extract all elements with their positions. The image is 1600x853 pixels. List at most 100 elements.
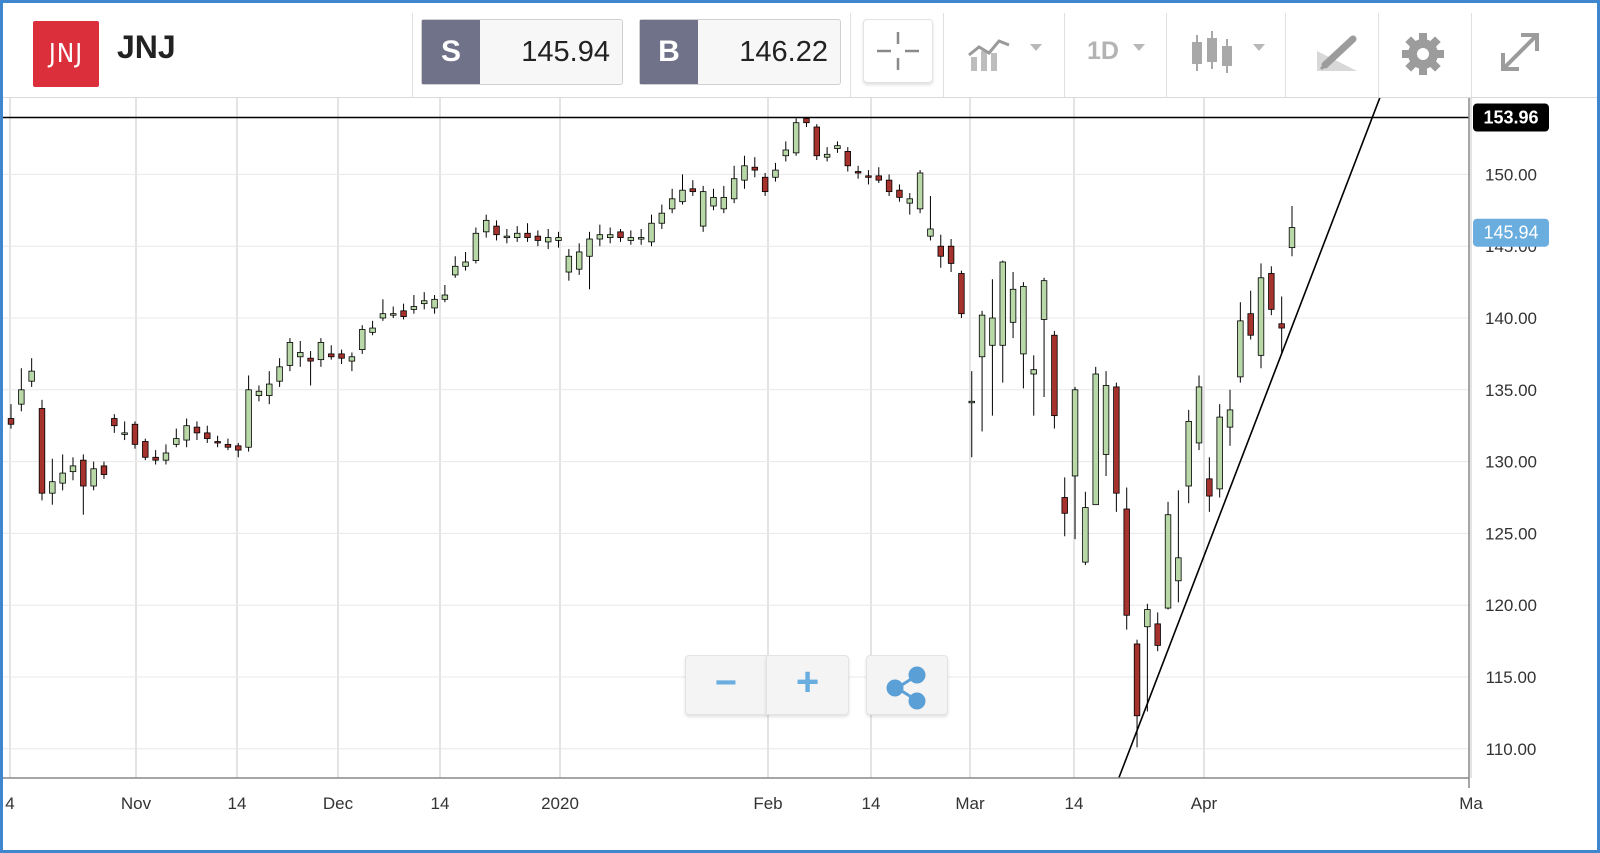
expand-icon: [1501, 33, 1539, 71]
candle: [1216, 404, 1223, 498]
chart-type-button[interactable]: [963, 13, 1053, 83]
candle-body: [338, 353, 345, 359]
candle-body: [452, 265, 459, 276]
candle-body: [59, 472, 66, 484]
candle-body: [328, 353, 335, 358]
zoom-in-button[interactable]: +: [766, 655, 849, 715]
candle: [575, 243, 583, 275]
candle: [441, 284, 449, 303]
toolbar-divider: [943, 13, 944, 97]
candle-body: [1020, 286, 1027, 355]
candle: [297, 340, 304, 367]
candle: [204, 425, 211, 443]
candle-body: [400, 310, 407, 317]
candle: [792, 118, 800, 156]
y-tick-label: 140.00: [1485, 309, 1537, 328]
candle: [761, 172, 769, 196]
candle: [317, 338, 325, 367]
candle-body: [710, 196, 717, 207]
candle: [69, 457, 77, 481]
candle: [390, 306, 397, 318]
candle-body: [699, 191, 707, 227]
candle-body: [689, 188, 697, 193]
candle-body: [431, 298, 438, 309]
candle: [906, 193, 913, 215]
current-price-label: 145.94: [1473, 218, 1549, 247]
candle-body: [1071, 389, 1079, 477]
zoom-out-button[interactable]: −: [685, 655, 767, 715]
candle: [1164, 501, 1172, 610]
candle: [359, 325, 366, 354]
candle: [193, 421, 201, 441]
candle-body: [741, 165, 748, 181]
x-tick-label: 14: [228, 794, 247, 813]
draw-tools-button[interactable]: [1303, 13, 1373, 83]
x-tick-label: 14: [431, 794, 450, 813]
minus-icon: −: [714, 662, 738, 704]
candle: [472, 227, 480, 264]
sell-price: 145.94: [521, 36, 610, 68]
toolbar-divider: [1166, 13, 1167, 97]
candle: [400, 303, 407, 320]
candle-body: [627, 237, 635, 241]
crosshair-button[interactable]: [863, 19, 933, 83]
candle-body: [204, 432, 211, 440]
candle-body: [606, 234, 614, 238]
candle-body: [772, 169, 779, 178]
candle: [1071, 386, 1079, 540]
candle: [1040, 277, 1048, 397]
candle: [28, 358, 35, 387]
candle-body: [245, 389, 252, 448]
candle: [121, 421, 128, 441]
candle-body: [730, 178, 738, 200]
toolbar-divider: [1471, 13, 1472, 97]
y-tick-label: 135.00: [1485, 381, 1537, 400]
candle-body: [493, 225, 500, 236]
candle-body: [359, 329, 366, 350]
candle: [142, 438, 149, 461]
candle: [1247, 290, 1254, 340]
candle: [565, 249, 573, 281]
candle-body: [865, 175, 872, 178]
candle: [1237, 302, 1244, 383]
toolbar-divider: [1378, 13, 1379, 97]
candle: [1113, 382, 1120, 512]
candle-body: [307, 357, 314, 362]
buy-button[interactable]: B 146.22: [639, 19, 841, 85]
timeframe-button[interactable]: 1D: [1073, 13, 1158, 83]
candle: [214, 435, 221, 448]
price-chart[interactable]: 110.00 115.00 120.00 125.00 130.00 135.00 140.…: [3, 98, 1597, 850]
candle: [668, 188, 676, 214]
candle: [803, 116, 810, 128]
settings-button[interactable]: [1391, 13, 1461, 83]
candle: [989, 279, 996, 416]
candle-body: [813, 126, 820, 157]
candle-body: [266, 383, 273, 396]
candle: [1061, 477, 1068, 537]
candle-body: [637, 237, 645, 240]
candle-style-button[interactable]: [1183, 13, 1273, 83]
toolbar-divider: [1285, 13, 1286, 97]
candle-body: [937, 245, 944, 257]
y-tick-label: 110.00: [1486, 740, 1537, 759]
candle-body: [1195, 386, 1203, 444]
candle: [958, 270, 965, 318]
candle-body: [421, 300, 428, 305]
candle: [38, 399, 46, 501]
candle: [1278, 296, 1285, 353]
candle-body: [1226, 409, 1234, 428]
candle-body: [1030, 369, 1037, 375]
candle-body: [193, 426, 201, 434]
candle: [1257, 263, 1265, 369]
candle-body: [214, 441, 221, 444]
candle-body: [761, 176, 769, 193]
candle-body: [524, 232, 531, 238]
y-tick-label: 115.00: [1486, 668, 1537, 687]
toolbar-divider: [850, 13, 851, 97]
plus-icon: +: [795, 660, 820, 704]
candle: [1195, 375, 1203, 451]
fullscreen-button[interactable]: [1483, 13, 1558, 83]
x-axis-labels: 4 Nov 14 Dec 14 2020 Feb 14 Mar 14 Apr Ma: [5, 794, 1483, 813]
share-button[interactable]: [866, 655, 948, 715]
sell-button[interactable]: S 145.94: [421, 19, 623, 85]
